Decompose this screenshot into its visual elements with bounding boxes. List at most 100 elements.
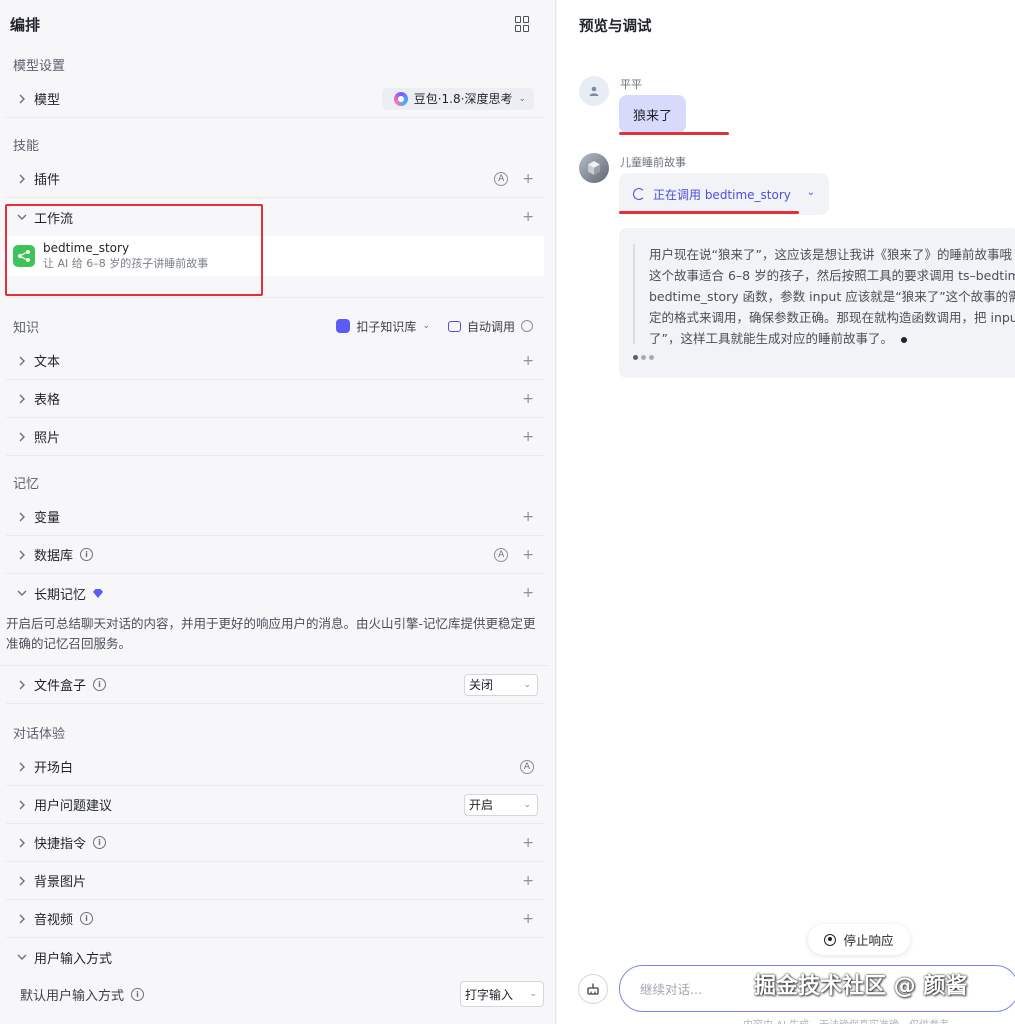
long-memory-row[interactable]: 长期记忆 + [6,574,544,612]
info-icon[interactable]: i [80,548,94,561]
doubao-logo-icon [393,91,408,106]
input-mode-row[interactable]: 用户输入方式 [6,938,544,976]
user-name: 平平 [620,78,642,91]
add-icon[interactable]: + [522,874,534,888]
chevron-down-icon [12,588,32,598]
knowledge-item-text[interactable]: 文本 + [6,342,544,380]
long-memory-label: 长期记忆 [34,587,87,603]
knowledge-header: 知识 扣子知识库 ⌄ 自动调用 [0,310,555,342]
variables-row[interactable]: 变量 + [6,498,544,536]
default-input-row: 默认用户输入方式 i 打字输入 ⌄ [6,976,544,1012]
file-box-select[interactable]: 关闭 ⌄ [464,673,538,696]
divider [6,276,544,298]
add-icon[interactable]: + [522,586,534,600]
premium-gem-icon [93,588,104,598]
opening-label: 开场白 [34,761,74,776]
workflow-name: bedtime_story [43,241,130,255]
broom-icon [587,983,599,995]
section-memory: 记忆 [13,476,40,492]
thinking-block: 用户现在说“狼来了”，这应该是想让我讲《狼来了》的睡前故事哦 这个故事适合 6–… [619,228,1015,378]
workflow-label: 工作流 [34,211,74,227]
chevron-down-icon [12,952,32,962]
shortcut-row[interactable]: 快捷指令 i + [6,824,544,862]
knowledge-item-table[interactable]: 表格 + [6,380,544,418]
plugin-label: 插件 [34,173,61,188]
clear-chat-button[interactable] [578,974,608,1004]
info-icon[interactable]: i [80,912,94,925]
chevron-right-icon [12,432,32,442]
add-icon[interactable]: + [522,836,534,850]
add-icon[interactable]: + [522,912,534,926]
chevron-right-icon [12,876,32,886]
chevron-down-icon: ⌄ [529,989,537,999]
chevron-down-icon [12,212,32,222]
auto-a-icon[interactable]: A [494,547,509,562]
panel-header: 编排 [0,0,555,48]
gear-icon[interactable] [521,320,533,332]
add-icon[interactable]: + [522,392,534,406]
knowledge-item-label: 文本 [34,355,61,370]
model-row[interactable]: 模型 豆包·1.8·深度思考 ⌄ [6,80,544,118]
suggestion-value: 开启 [469,798,494,812]
plugin-row[interactable]: 插件 A + [6,160,544,198]
user-message: 狼来了 [619,95,687,133]
watermark: 掘金技术社区 @ 颜酱 [754,974,968,999]
chevron-right-icon [12,394,32,404]
chevron-right-icon [12,550,32,560]
chevron-right-icon [12,680,32,690]
input-mode-select[interactable]: 打字输入 ⌄ [460,981,544,1007]
chevron-right-icon [12,800,32,810]
model-select[interactable]: 豆包·1.8·深度思考 ⌄ [381,87,534,110]
section-dialog: 对话体验 [13,726,66,742]
suggestion-label: 用户问题建议 [34,799,113,814]
user-icon [589,86,599,96]
knowledge-item-photo[interactable]: 照片 + [6,418,544,456]
info-icon[interactable]: i [93,678,107,691]
chevron-right-icon [12,174,32,184]
chat-input-placeholder: 继续对话... [640,982,702,997]
chevron-right-icon [12,512,32,522]
model-value: 豆包·1.8·深度思考 [413,92,513,106]
layout-grid-icon[interactable] [515,16,531,32]
database-label: 数据库 [34,549,74,564]
database-row[interactable]: 数据库 i A + [6,536,544,574]
add-plugin-icon[interactable]: + [522,172,534,186]
thinking-line: 用户现在说“狼来了”，这应该是想让我讲《狼来了》的睡前故事哦 [649,247,1012,262]
chevron-down-icon[interactable]: ⌄ [807,187,815,198]
suggestion-row[interactable]: 用户问题建议 开启 ⌄ [6,786,544,824]
info-icon[interactable]: i [93,836,107,849]
bg-image-label: 背景图片 [34,875,87,890]
stop-response-button[interactable]: 停止响应 [808,924,910,955]
auto-a-icon[interactable]: A [520,759,534,774]
file-box-row[interactable]: 文件盒子 i 关闭 ⌄ [6,666,544,704]
add-workflow-icon[interactable]: + [522,210,534,224]
stop-icon [824,933,837,946]
bot-name: 儿童睡前故事 [620,156,686,169]
add-icon[interactable]: + [522,510,534,524]
chevron-right-icon [12,94,32,104]
add-icon[interactable]: + [522,548,534,562]
bg-image-row[interactable]: 背景图片 + [6,862,544,900]
auto-a-icon[interactable]: A [494,171,509,186]
orchestration-panel: 编排 模型设置 模型 豆包·1.8·深度思考 ⌄ 技能 插件 A + 工作流 + [0,0,556,1024]
tool-call-status[interactable]: 正在调用 bedtime_story ⌄ [619,173,829,215]
kb-logo-icon [336,319,351,333]
add-icon[interactable]: + [522,430,534,444]
preview-title: 预览与调试 [579,19,652,35]
auto-call-label[interactable]: 自动调用 [467,318,515,335]
chevron-down-icon[interactable]: ⌄ [422,321,430,331]
knowledge-item-label: 表格 [34,393,61,408]
av-row[interactable]: 音视频 i + [6,900,544,938]
preview-panel: 预览与调试 平平 狼来了 儿童睡前故事 正在调用 bedtime_story ⌄… [557,0,1015,1024]
opening-row[interactable]: 开场白 A [6,748,544,786]
av-label: 音视频 [34,913,74,928]
workflow-item-bedtime-story[interactable]: bedtime_story 让 AI 给 6–8 岁的孩子讲睡前故事 [6,236,544,276]
auto-call-icon [447,320,461,332]
add-icon[interactable]: + [522,354,534,368]
workflow-row[interactable]: 工作流 + [6,198,544,236]
kb-select[interactable]: 扣子知识库 [356,318,416,335]
info-icon[interactable]: i [131,987,145,1001]
highlight-underline [619,211,799,214]
suggestion-select[interactable]: 开启 ⌄ [464,793,538,816]
file-box-value: 关闭 [469,678,494,692]
